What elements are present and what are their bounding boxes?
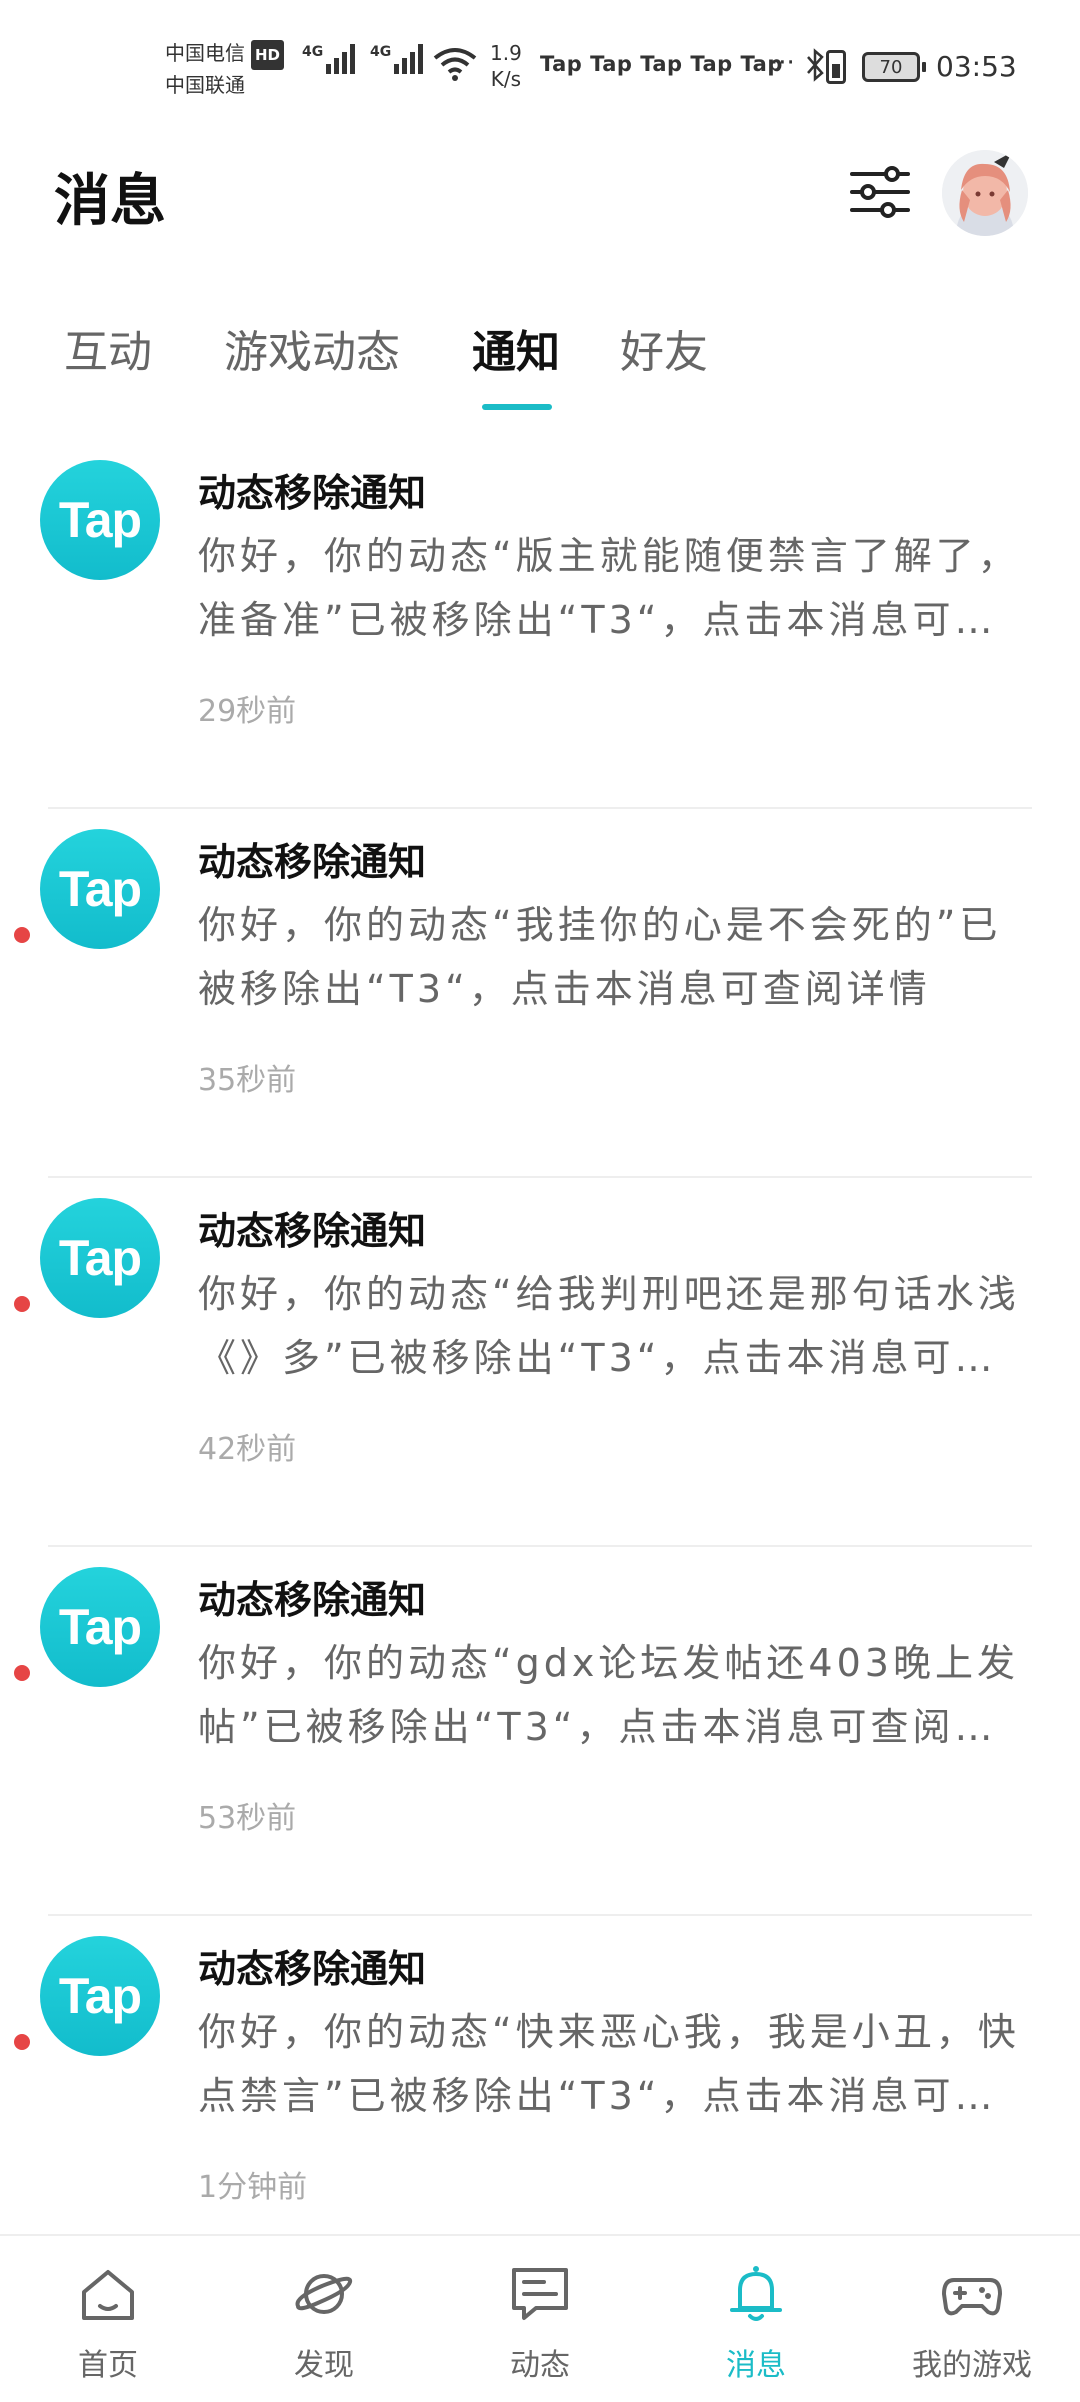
unread-dot xyxy=(14,1665,30,1681)
notification-item[interactable]: Tap 动态移除通知 你好，你的动态“gdx论坛发帖还403晚上发帖”已被移除出… xyxy=(0,1547,1080,1916)
notification-body: 你好，你的动态“快来恶心我，我是小丑，快点禁言”已被移除出“T3“，点击本消息可… xyxy=(198,2010,1020,2118)
nav-discover-label: 发现 xyxy=(294,2348,354,2383)
notification-item[interactable]: Tap 动态移除通知 你好，你的动态“我挂你的心是不会死的”已被移除出“T3“，… xyxy=(0,809,1080,1178)
notification-body: 你好，你的动态“gdx论坛发帖还403晚上发帖”已被移除出“T3“，点击本消息可… xyxy=(198,1641,1019,1749)
tab-game-updates[interactable]: 游戏动态 xyxy=(224,316,400,380)
network-speed: 1.9 K/s xyxy=(490,40,522,92)
signal-icon-2: 4G xyxy=(370,44,426,74)
hd-badge: HD xyxy=(251,40,285,70)
logo-text: Tap xyxy=(58,1230,142,1286)
notification-title: 动态移除通知 xyxy=(198,840,427,884)
battery-level: 70 xyxy=(879,56,903,78)
signal-icon: 4G xyxy=(302,44,358,74)
speed-value: 1.9 xyxy=(490,41,522,65)
battery-icon: 70 xyxy=(862,52,926,82)
bottom-navigation: 首页 发现 动态 消息 我的游戏 xyxy=(0,2234,1080,2402)
active-tab-indicator xyxy=(482,404,552,410)
notification-list: Tap 动态移除通知 你好，你的动态“版主就能随便禁言了解了，准备准”已被移除出… xyxy=(0,440,1080,2285)
user-avatar[interactable] xyxy=(942,150,1028,236)
unread-dot xyxy=(14,2034,30,2050)
page-title: 消息 xyxy=(54,169,166,234)
notification-time: 29秒前 xyxy=(198,694,297,729)
taptap-logo-icon: Tap xyxy=(40,829,160,949)
tab-notifications[interactable]: 通知 xyxy=(472,316,560,380)
taptap-logo-icon: Tap xyxy=(40,1567,160,1687)
unread-dot xyxy=(14,1296,30,1312)
notification-body: 你好，你的动态“我挂你的心是不会死的”已被移除出“T3“，点击本消息可查阅详情 xyxy=(198,903,1002,1011)
notification-item[interactable]: Tap 动态移除通知 你好，你的动态“快来恶心我，我是小丑，快点禁言”已被移除出… xyxy=(0,1916,1080,2285)
carrier-info: 中国电信 HD 中国联通 xyxy=(165,38,285,100)
status-bar: 中国电信 HD 中国联通 4G 4G 1.9 K/s Tap Tap Tap Ta… xyxy=(0,0,1080,130)
notification-item[interactable]: Tap 动态移除通知 你好，你的动态“给我判刑吧还是那句话水浅《》多”已被移除出… xyxy=(0,1178,1080,1547)
speed-unit: K/s xyxy=(490,67,522,91)
tab-friends[interactable]: 好友 xyxy=(620,316,708,380)
notification-title: 动态移除通知 xyxy=(198,471,427,515)
nav-my-games-label: 我的游戏 xyxy=(912,2348,1032,2383)
notification-title: 动态移除通知 xyxy=(198,1209,427,1253)
more-notifications-icon: ··· xyxy=(770,48,795,78)
logo-text: Tap xyxy=(58,492,142,548)
notification-time: 1分钟前 xyxy=(198,2170,308,2205)
bluetooth-icon xyxy=(806,48,824,90)
nav-my-games[interactable]: 我的游戏 xyxy=(864,2236,1080,2402)
gamepad-icon xyxy=(942,2278,1002,2316)
nav-feed[interactable]: 动态 xyxy=(432,2236,648,2402)
notification-title: 动态移除通知 xyxy=(198,1947,427,1991)
tab-interaction[interactable]: 互动 xyxy=(64,316,152,380)
message-tabs: 互动 游戏动态 通知 好友 xyxy=(0,300,1080,420)
nav-discover[interactable]: 发现 xyxy=(216,2236,432,2402)
notification-body: 你好，你的动态“给我判刑吧还是那句话水浅《》多”已被移除出“T3“，点击本消息可… xyxy=(198,1272,1020,1380)
filter-settings-button[interactable] xyxy=(848,160,912,224)
sliders-icon xyxy=(850,166,910,218)
notification-time: 35秒前 xyxy=(198,1063,297,1098)
notification-item[interactable]: Tap 动态移除通知 你好，你的动态“版主就能随便禁言了解了，准备准”已被移除出… xyxy=(0,440,1080,809)
notification-time: 53秒前 xyxy=(198,1801,297,1836)
nav-messages[interactable]: 消息 xyxy=(648,2236,864,2402)
taptap-logo-icon: Tap xyxy=(40,1198,160,1318)
taptap-logo-icon: Tap xyxy=(40,1936,160,2056)
nav-home[interactable]: 首页 xyxy=(0,2236,216,2402)
network-type-1: 4G xyxy=(302,44,324,60)
home-icon xyxy=(82,2270,134,2320)
logo-text: Tap xyxy=(58,1599,142,1655)
bell-icon xyxy=(730,2266,782,2321)
network-type-2: 4G xyxy=(370,44,392,60)
logo-text: Tap xyxy=(58,1968,142,2024)
clock: 03:53 xyxy=(936,50,1017,83)
carrier-2: 中国联通 xyxy=(165,73,245,97)
wifi-icon xyxy=(433,48,477,81)
planet-icon xyxy=(295,2274,353,2314)
taptap-logo-icon: Tap xyxy=(40,460,160,580)
nav-messages-label: 消息 xyxy=(726,2348,786,2383)
notification-title: 动态移除通知 xyxy=(198,1578,427,1622)
carrier-1: 中国电信 xyxy=(165,41,245,65)
avatar-image xyxy=(942,150,1028,236)
notification-body: 你好，你的动态“版主就能随便禁言了解了，准备准”已被移除出“T3“，点击本消息可… xyxy=(198,534,1020,642)
logo-text: Tap xyxy=(58,861,142,917)
unread-dot xyxy=(14,927,30,943)
nav-feed-label: 动态 xyxy=(510,2348,570,2383)
nav-home-label: 首页 xyxy=(78,2348,138,2383)
vibrate-icon xyxy=(826,50,846,84)
notification-app-icons: Tap Tap Tap Tap Tap xyxy=(540,52,783,76)
chat-icon xyxy=(512,2268,568,2320)
notification-time: 42秒前 xyxy=(198,1432,297,1467)
